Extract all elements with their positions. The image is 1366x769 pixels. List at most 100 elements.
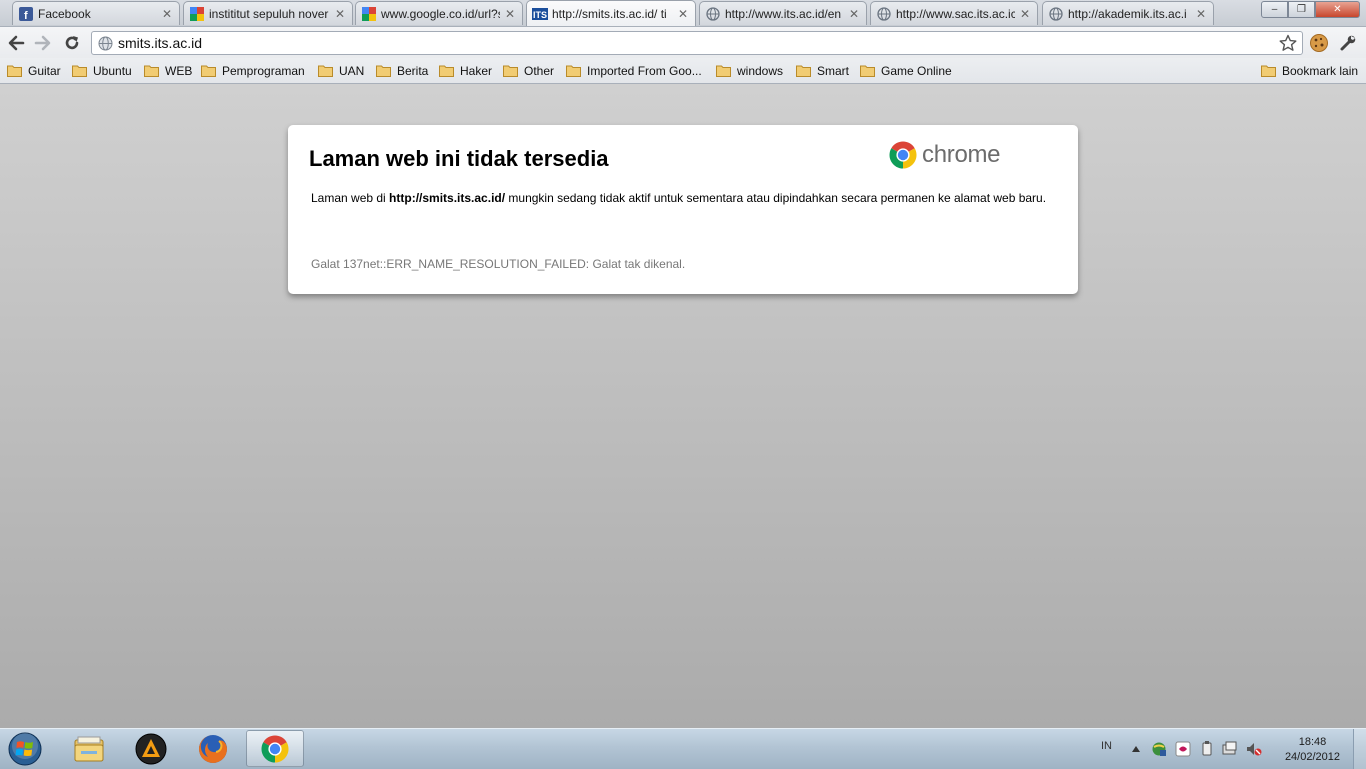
minimize-button[interactable]: – [1261, 1, 1288, 18]
bookmark-label: Ubuntu [93, 63, 132, 78]
bookmark-label: Imported From Goo... [587, 63, 702, 78]
tab-institut[interactable]: instititut sepuluh nover ✕ [183, 1, 353, 25]
tab-title: Facebook [38, 6, 91, 21]
close-tab-icon[interactable]: ✕ [1019, 7, 1031, 21]
error-code: Galat 137net::ERR_NAME_RESOLUTION_FAILED… [311, 257, 686, 271]
folder-icon [503, 65, 518, 77]
folder-icon [439, 65, 454, 77]
address-bar[interactable]: smits.its.ac.id [91, 31, 1303, 55]
tab-its-en[interactable]: http://www.its.ac.id/en ✕ [699, 1, 867, 25]
bookmark-star-icon[interactable] [1278, 34, 1298, 52]
windows-start-orb-icon [8, 732, 42, 766]
close-tab-icon[interactable]: ✕ [848, 7, 860, 21]
google-icon [189, 6, 205, 22]
bookmark-label: Game Online [881, 63, 952, 78]
window-controls: – ❐ ✕ [1261, 1, 1360, 18]
show-hidden-icons-icon[interactable] [1128, 741, 1144, 757]
folder-icon [318, 65, 333, 77]
bookmark-label: Other [524, 63, 555, 78]
tab-title: http://www.its.ac.id/en [725, 6, 842, 21]
bookmark-label: WEB [165, 63, 193, 78]
chrome-taskbar-icon [261, 735, 289, 762]
bookmark-folder-imported[interactable]: Imported From Goo... [566, 62, 702, 79]
folder-icon [7, 65, 22, 77]
chrome-logo: chrome [888, 140, 1001, 170]
volume-muted-icon[interactable] [1246, 741, 1262, 757]
bookmark-folder-other-bookmarks[interactable]: Bookmark lain [1261, 62, 1358, 79]
bookmark-folder-pemprograman[interactable]: Pemprograman [201, 62, 305, 79]
folder-explorer-icon [74, 736, 104, 761]
back-button[interactable] [5, 32, 27, 54]
tab-smits-active[interactable]: ITS http://smits.its.ac.id/ ti ✕ [526, 0, 696, 26]
settings-wrench-button[interactable] [1337, 32, 1359, 54]
usb-device-icon[interactable] [1199, 741, 1215, 757]
back-arrow-icon [8, 35, 25, 51]
tab-title: http://smits.its.ac.id/ ti [552, 6, 667, 21]
url-text[interactable]: smits.its.ac.id [118, 35, 1278, 51]
windows-taskbar: IN 18:48 24/02/2012 [0, 728, 1366, 769]
close-tab-icon[interactable]: ✕ [1195, 7, 1207, 21]
bookmark-label: Haker [460, 63, 493, 78]
taskbar-explorer[interactable] [60, 730, 118, 767]
show-desktop-button[interactable] [1353, 729, 1366, 769]
close-tab-icon[interactable]: ✕ [504, 7, 516, 21]
bookmark-folder-ubuntu[interactable]: Ubuntu [72, 62, 132, 79]
bookmark-folder-berita[interactable]: Berita [376, 62, 428, 79]
folder-icon [1261, 65, 1276, 77]
error-dialog: Laman web ini tidak tersedia chrome Lama… [288, 125, 1078, 294]
bookmark-folder-guitar[interactable]: Guitar [7, 62, 61, 79]
bookmark-folder-windows[interactable]: windows [716, 62, 783, 79]
bookmark-folder-web[interactable]: WEB [144, 62, 192, 79]
tab-sac[interactable]: http://www.sac.its.ac.ic ✕ [870, 1, 1038, 25]
close-tab-icon[interactable]: ✕ [677, 7, 689, 21]
folder-icon [201, 65, 216, 77]
system-clock[interactable]: 18:48 24/02/2012 [1285, 735, 1340, 765]
error-message-url: http://smits.its.ac.id/ [389, 191, 506, 205]
tab-google-url[interactable]: www.google.co.id/url?s ✕ [355, 1, 523, 25]
bookmark-folder-game-online[interactable]: Game Online [860, 62, 952, 79]
bookmark-label: windows [737, 63, 784, 78]
forward-arrow-icon [34, 35, 51, 51]
folder-icon [72, 65, 87, 77]
bookmark-label: Bookmark lain [1282, 63, 1359, 78]
tab-title: instititut sepuluh nover [209, 6, 329, 21]
folder-icon [566, 65, 581, 77]
firefox-icon [199, 734, 227, 763]
taskbar-firefox[interactable] [184, 730, 242, 767]
tab-facebook[interactable]: f Facebook ✕ [12, 1, 180, 25]
action-center-flag-icon[interactable] [1222, 741, 1238, 757]
page-content: Laman web ini tidak tersedia chrome Lama… [0, 84, 1366, 728]
svg-text:ITS: ITS [533, 10, 547, 20]
bookmark-folder-haker[interactable]: Haker [439, 62, 492, 79]
bookmark-label: UAN [339, 63, 365, 78]
close-tab-icon[interactable]: ✕ [161, 7, 173, 21]
forward-button[interactable] [32, 32, 54, 54]
taskbar-chrome-active[interactable] [246, 730, 304, 767]
reload-button[interactable] [61, 32, 83, 54]
bookmark-label: Berita [397, 63, 429, 78]
taskbar-aimp[interactable] [122, 730, 180, 767]
cookie-extension-button[interactable] [1308, 32, 1330, 54]
tab-title: www.google.co.id/url?s [381, 6, 500, 21]
tab-akademik[interactable]: http://akademik.its.ac.i ✕ [1042, 1, 1214, 25]
clock-date: 24/02/2012 [1284, 751, 1340, 763]
maximize-button[interactable]: ❐ [1288, 1, 1315, 18]
bookmarks-bar: Guitar Ubuntu WEB Pemprograman UAN Berit… [0, 58, 1366, 84]
close-tab-icon[interactable]: ✕ [334, 7, 346, 21]
start-button[interactable] [5, 731, 45, 767]
error-message-prefix: Laman web di [311, 191, 390, 205]
language-indicator[interactable]: IN [1101, 740, 1112, 752]
close-window-button[interactable]: ✕ [1315, 1, 1360, 18]
bookmark-folder-smart[interactable]: Smart [796, 62, 849, 79]
svg-text:f: f [24, 10, 28, 21]
bookmark-label: Pemprograman [222, 63, 305, 78]
globe-icon [98, 35, 114, 51]
facebook-icon: f [18, 6, 34, 22]
network-globe-icon[interactable] [1151, 741, 1167, 757]
navigation-toolbar: smits.its.ac.id [0, 26, 1366, 59]
bookmark-folder-other[interactable]: Other [503, 62, 554, 79]
aimp-player-icon [135, 733, 167, 764]
bookmark-folder-uan[interactable]: UAN [318, 62, 364, 79]
app-tray-icon[interactable] [1175, 741, 1191, 757]
wrench-icon [1340, 35, 1356, 51]
